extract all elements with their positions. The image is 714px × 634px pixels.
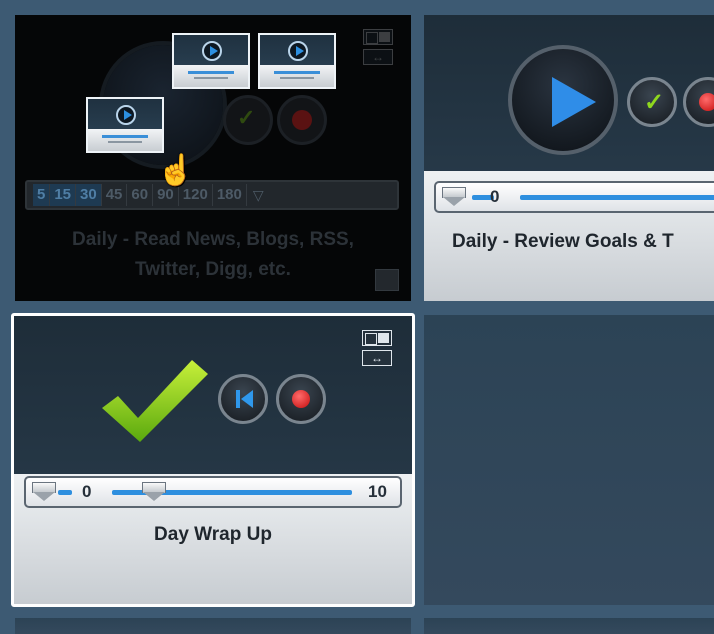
duration-option[interactable]: 45 [102,184,128,206]
duration-option[interactable]: 15 [50,184,77,206]
slider-track [58,490,72,495]
play-icon [288,41,308,61]
task-tile-read-news[interactable]: ↔ 5 15 30 45 60 90 120 180 ▽ Daily - Rea… [15,15,411,301]
duration-slider[interactable]: 0 [434,181,714,213]
task-tile-review-goals[interactable]: 0 Daily - Review Goals & T [424,15,714,301]
task-footer: 0 Daily - Review Goals & T [424,171,714,301]
slider-min-value: 0 [490,187,500,206]
task-footer: 0 10 Day Wrap Up [14,474,412,604]
layout-toggle-icon[interactable] [363,29,393,45]
reset-button[interactable] [218,374,268,424]
record-button-ghost [277,95,327,145]
duration-option[interactable]: 180 [213,184,247,206]
record-button[interactable] [276,374,326,424]
duration-option[interactable]: 5 [33,184,51,206]
empty-slot[interactable] [15,618,411,634]
grab-hand-icon: ☝ [157,154,195,187]
duration-option[interactable]: 60 [127,184,154,206]
task-title: Day Wrap Up [154,524,272,545]
drag-thumbnail[interactable] [86,97,164,153]
slider-knob-icon[interactable]: ▽ [253,187,264,204]
task-title-line: Twitter, Digg, etc. [135,259,291,280]
complete-button-ghost [223,95,273,145]
empty-slot[interactable] [424,618,714,634]
swap-arrows-icon[interactable]: ↔ [363,49,393,65]
slider-track [520,195,714,200]
empty-slot[interactable] [424,315,714,605]
slider-max-value: 10 [368,482,387,501]
task-title: Daily - Review Goals & T [452,231,674,252]
task-title-line: Daily - Read News, Blogs, RSS, [72,229,354,250]
record-button[interactable] [683,77,714,127]
task-tile-day-wrap-up[interactable]: ↔ 0 10 Day Wrap Up [11,313,415,607]
duration-option[interactable]: 30 [76,184,102,206]
duration-slider[interactable]: 0 10 [24,476,402,508]
slider-current-knob[interactable] [142,482,168,501]
edit-icon[interactable] [375,269,399,291]
layout-toggle-icon[interactable] [362,330,392,346]
view-toggle[interactable]: ↔ [362,330,396,370]
complete-button[interactable] [627,77,677,127]
play-icon [116,105,136,125]
view-toggle[interactable]: ↔ [363,29,397,69]
drag-thumbnail [172,33,250,89]
play-button[interactable] [508,45,618,155]
slider-min-value: 0 [82,482,92,501]
slider-min-knob[interactable] [442,187,468,206]
swap-arrows-icon[interactable]: ↔ [362,350,392,366]
checkmark-icon [102,360,208,442]
duration-selector[interactable]: 5 15 30 45 60 90 120 180 ▽ [25,180,399,210]
drag-thumbnail [258,33,336,89]
play-icon [202,41,222,61]
task-title: Daily - Read News, Blogs, RSS, Twitter, … [15,225,411,285]
slider-min-knob[interactable] [32,482,58,501]
